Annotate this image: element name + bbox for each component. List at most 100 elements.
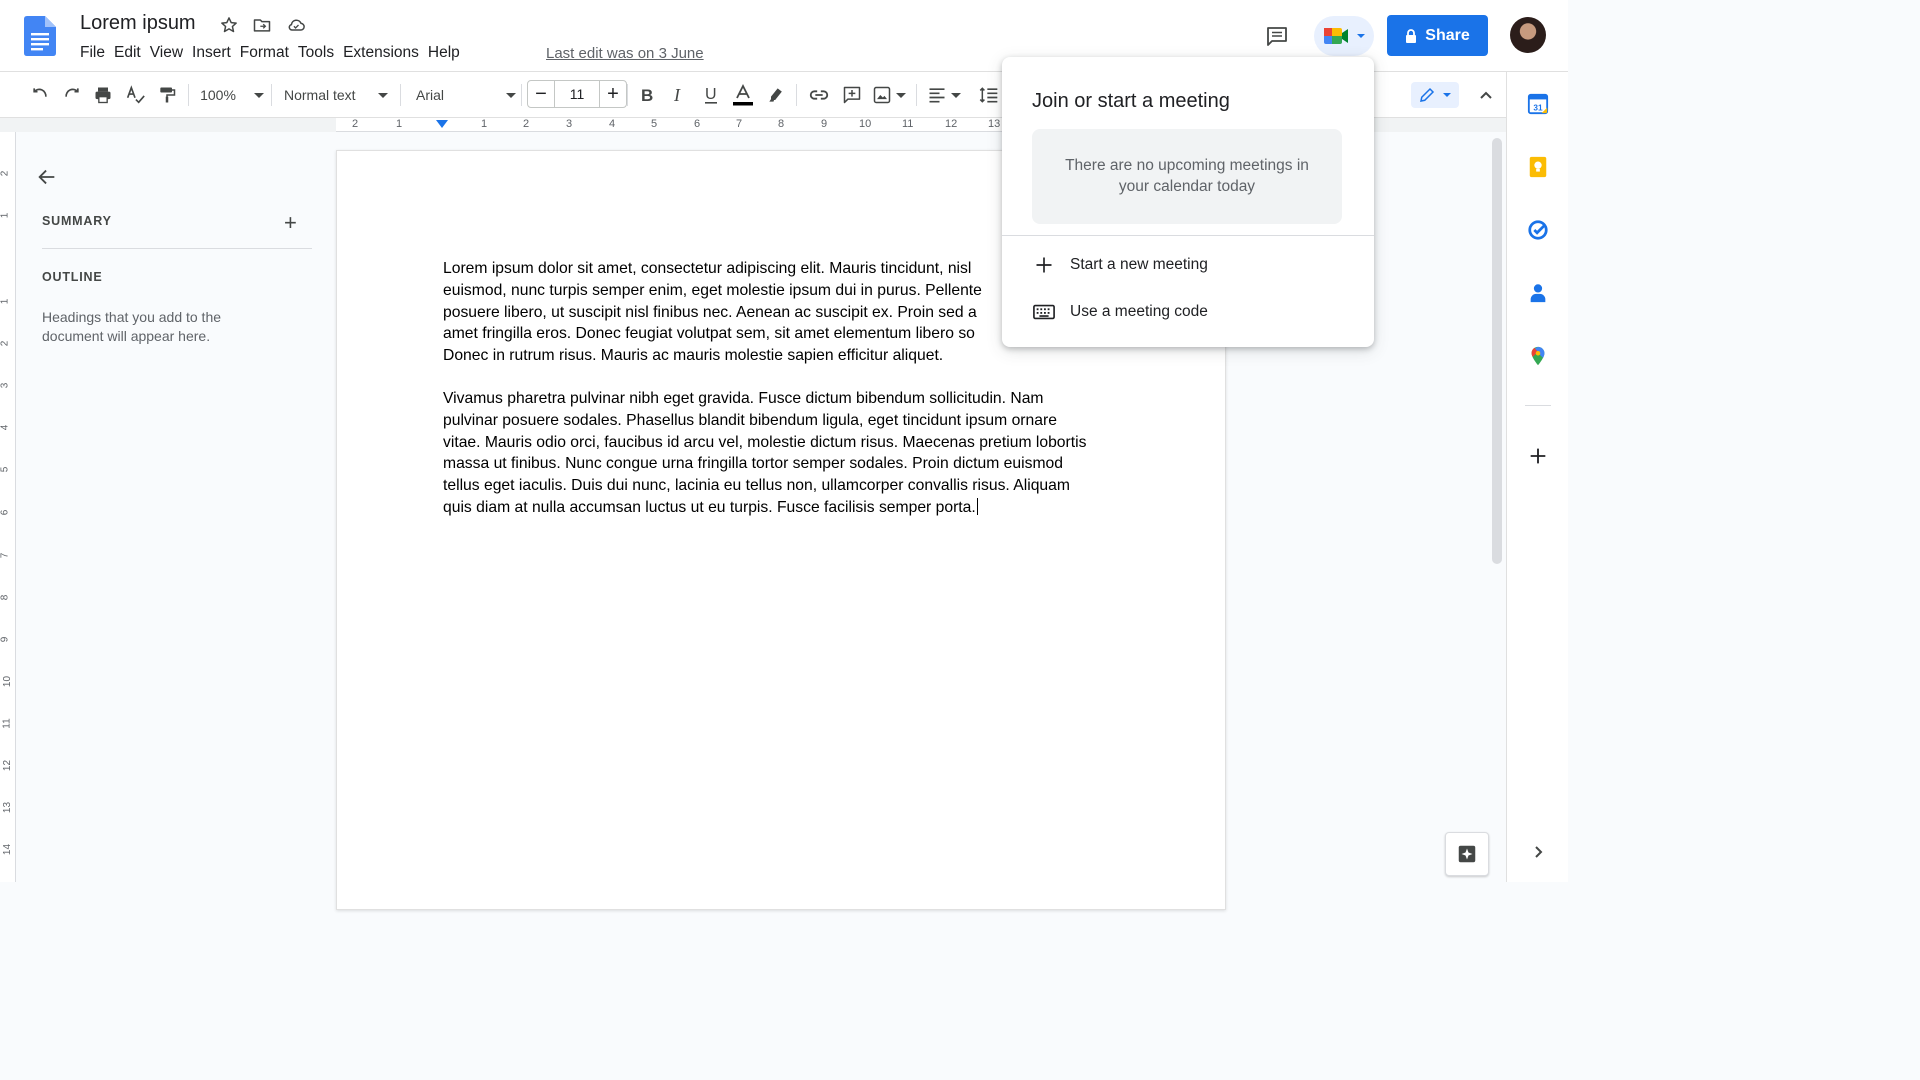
redo-icon[interactable] (60, 82, 84, 108)
ruler-label: 8 (778, 118, 785, 130)
maps-icon[interactable] (1526, 344, 1550, 368)
font-size-decrease-button[interactable]: − (528, 81, 554, 107)
ruler-label: 11 (902, 118, 914, 130)
last-edit-link[interactable]: Last edit was on 3 June (546, 45, 704, 62)
chevron-right-icon[interactable] (1526, 840, 1550, 864)
vertical-ruler-label: 7 (0, 552, 11, 559)
vertical-ruler-label: 14 (2, 843, 14, 856)
paint-format-icon[interactable] (155, 82, 179, 108)
docs-logo-icon[interactable] (24, 16, 56, 56)
contacts-icon[interactable] (1526, 281, 1550, 305)
svg-text:I: I (673, 86, 681, 104)
comments-icon[interactable] (1264, 23, 1290, 49)
font-size-increase-button[interactable]: + (600, 81, 626, 107)
ruler-label: 3 (566, 118, 573, 130)
zoom-dropdown[interactable]: 100% (200, 82, 264, 108)
add-summary-button[interactable]: + (284, 210, 297, 236)
ruler-label: 2 (523, 118, 530, 130)
highlight-color-icon[interactable] (764, 82, 788, 108)
menu-edit[interactable]: Edit (114, 44, 150, 62)
add-icon[interactable] (1526, 444, 1550, 468)
toolbar-divider (271, 84, 272, 106)
share-label: Share (1425, 26, 1470, 44)
menu-help[interactable]: Help (428, 44, 469, 62)
chevron-down-icon (253, 92, 264, 98)
scrollbar-thumb[interactable] (1492, 138, 1502, 564)
menu-tools[interactable]: Tools (298, 44, 343, 62)
bold-icon[interactable]: B (636, 82, 658, 108)
cloud-saved-icon[interactable] (285, 14, 307, 36)
italic-icon[interactable]: I (668, 82, 690, 108)
vertical-ruler-label: 4 (0, 424, 11, 431)
outline-divider (42, 248, 312, 249)
plus-icon (1032, 253, 1056, 277)
toolbar-divider (188, 84, 189, 106)
menu-format[interactable]: Format (240, 44, 298, 62)
share-button[interactable]: Share (1387, 15, 1488, 56)
vertical-ruler-label: 6 (0, 509, 11, 516)
start-new-meeting-item[interactable]: Start a new meeting (1032, 245, 1362, 285)
outline-heading: OUTLINE (42, 270, 103, 284)
vertical-ruler-label: 10 (2, 675, 14, 688)
use-meeting-code-item[interactable]: Use a meeting code (1032, 292, 1362, 332)
calendar-icon[interactable]: 31 (1526, 92, 1550, 116)
ruler-label: 4 (609, 118, 616, 130)
menu-view[interactable]: View (150, 44, 192, 62)
font-size-stepper[interactable]: − 11 + (527, 80, 627, 108)
undo-icon[interactable] (28, 82, 52, 108)
font-value: Arial (416, 87, 445, 103)
align-icon[interactable] (926, 82, 962, 108)
ruler-label: 5 (651, 118, 658, 130)
insert-image-icon[interactable] (870, 82, 908, 108)
meet-button[interactable] (1314, 16, 1374, 56)
document-outline-panel (16, 132, 332, 882)
vertical-ruler-label: 1 (0, 298, 11, 305)
chevron-down-icon (506, 92, 516, 98)
ruler-label: 1 (481, 118, 488, 130)
line-spacing-icon[interactable] (976, 82, 1002, 108)
avatar[interactable] (1510, 17, 1546, 53)
chevron-down-icon (896, 92, 906, 98)
keyboard-icon (1032, 300, 1056, 324)
add-comment-icon[interactable] (839, 82, 865, 108)
vertical-ruler: 2 1 1 2 3 4 5 6 7 8 9 10 11 12 13 14 (0, 132, 16, 882)
ruler-label: 1 (396, 118, 403, 130)
svg-text:B: B (641, 86, 653, 104)
text-line: quis diam at nulla accumsan luctus ut eu… (443, 498, 976, 516)
text-line: tellus eget iaculis. Duis dui nunc, laci… (443, 477, 1070, 495)
font-dropdown[interactable]: Arial (412, 82, 516, 108)
document-title[interactable]: Lorem ipsum (80, 12, 196, 35)
vertical-ruler-label: 9 (0, 636, 11, 643)
ruler-label: 10 (859, 118, 872, 130)
chevron-up-icon[interactable] (1474, 82, 1498, 108)
star-icon[interactable] (218, 14, 240, 36)
pencil-icon (1420, 87, 1435, 102)
link-icon[interactable] (806, 82, 832, 108)
indent-marker[interactable] (436, 120, 448, 128)
move-to-folder-icon[interactable] (251, 14, 273, 36)
paragraph-style-dropdown[interactable]: Normal text (284, 82, 388, 108)
body-paragraph-2[interactable]: Vivamus pharetra pulvinar nibh eget grav… (443, 388, 1123, 519)
tasks-icon[interactable] (1526, 218, 1550, 242)
meet-icon (1324, 28, 1348, 44)
toolbar-divider (400, 84, 401, 106)
keep-icon[interactable] (1526, 155, 1550, 179)
toolbar-divider (916, 84, 917, 106)
editing-mode-dropdown[interactable] (1411, 82, 1459, 108)
meet-popup-title: Join or start a meeting (1032, 90, 1230, 112)
vertical-ruler-label: 12 (2, 759, 14, 772)
menu-file[interactable]: File (80, 44, 114, 62)
back-arrow-icon[interactable] (36, 166, 58, 188)
underline-icon[interactable]: U (700, 82, 722, 108)
lock-icon (1406, 28, 1417, 43)
print-icon[interactable] (91, 82, 115, 108)
svg-text:U: U (705, 86, 717, 103)
vertical-ruler-label: 2 (0, 340, 11, 347)
menu-extensions[interactable]: Extensions (343, 44, 428, 62)
meet-popup-divider (1002, 235, 1374, 236)
menu-insert[interactable]: Insert (192, 44, 240, 62)
font-size-input[interactable]: 11 (554, 81, 600, 107)
text-color-icon[interactable] (731, 82, 755, 108)
spellcheck-icon[interactable] (123, 82, 147, 108)
explore-button[interactable] (1445, 832, 1489, 876)
